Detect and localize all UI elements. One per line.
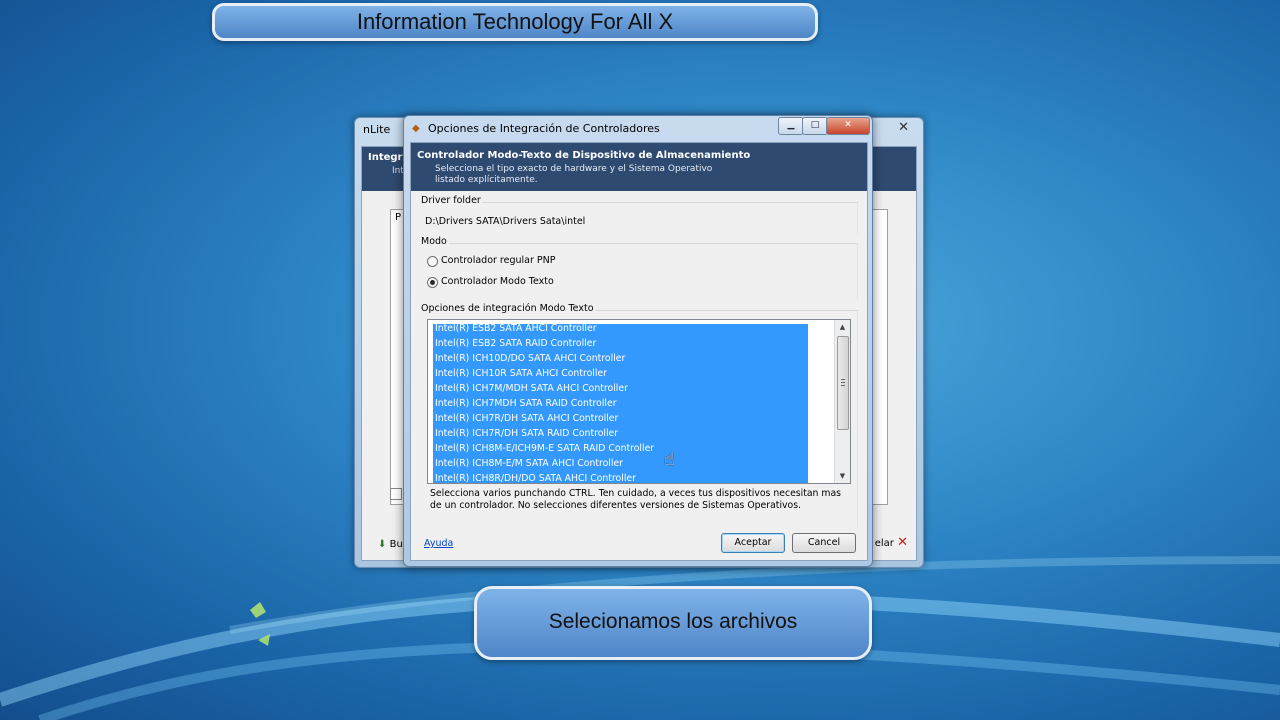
minimize-icon: ▁ <box>787 120 795 130</box>
radio-text-mode-label[interactable]: Controlador Modo Texto <box>441 276 554 287</box>
nlite-close-icon[interactable]: ✕ <box>898 120 909 135</box>
list-scrollbar[interactable]: ▲ ▼ <box>834 320 850 483</box>
list-item[interactable]: Intel(R) ICH7R/DH SATA RAID Controller <box>435 426 618 441</box>
list-item[interactable]: Intel(R) ICH8M-E/ICH9M-E SATA RAID Contr… <box>435 441 654 456</box>
close-icon: ✕ <box>844 120 852 130</box>
list-item[interactable]: Intel(R) ESB2 SATA AHCI Controller <box>435 321 597 336</box>
nlite-left-button-label: Bu <box>389 539 403 550</box>
hand-cursor-icon: ☝ <box>664 449 675 470</box>
download-icon: ⬇ <box>378 539 387 550</box>
list-item[interactable]: Intel(R) ICH7MDH SATA RAID Controller <box>435 396 617 411</box>
list-item[interactable]: Intel(R) ICH10R SATA AHCI Controller <box>435 366 607 381</box>
nlite-checkbox[interactable] <box>390 488 402 500</box>
top-title-banner: Information Technology For All X <box>212 3 818 41</box>
close-button[interactable]: ✕ <box>826 117 870 135</box>
radio-text-mode[interactable] <box>427 277 438 288</box>
nlite-window-title: nLite <box>363 123 391 136</box>
list-item[interactable]: Intel(R) ICH7R/DH SATA AHCI Controller <box>435 411 618 426</box>
scroll-thumb[interactable] <box>837 336 849 430</box>
driver-folder-path: D:\Drivers SATA\Drivers Sata\intel <box>425 216 586 227</box>
list-item[interactable]: Intel(R) ICH10D/DO SATA AHCI Controller <box>435 351 625 366</box>
integration-options-label: Opciones de integración Modo Texto <box>419 303 596 314</box>
list-item[interactable]: Intel(R) ICH7M/MDH SATA AHCI Controller <box>435 381 628 396</box>
bottom-caption-banner: Selecionamos los archivos <box>474 586 872 660</box>
list-item[interactable]: Intel(R) ICH8R/DH/DO SATA AHCI Controlle… <box>435 471 636 483</box>
scroll-down-icon[interactable]: ▼ <box>835 469 850 483</box>
list-item[interactable]: Intel(R) ICH8M-E/M SATA AHCI Controller <box>435 456 623 471</box>
maximize-button[interactable]: □ <box>802 117 828 135</box>
dialog-header-description: Selecciona el tipo exacto de hardware y … <box>435 164 713 185</box>
minimize-button[interactable]: ▁ <box>778 117 804 135</box>
dialog-client-area: Controlador Modo-Texto de Dispositivo de… <box>410 142 868 561</box>
grip-line <box>841 385 845 386</box>
radio-regular-pnp[interactable] <box>427 256 438 267</box>
selection-hint-text: Selecciona varios punchando CTRL. Ten cu… <box>430 488 842 511</box>
grip-line <box>841 379 845 380</box>
grip-line <box>841 382 845 383</box>
nlite-left-button[interactable]: ⬇ Bu <box>378 539 403 550</box>
mode-label: Modo <box>419 236 449 247</box>
driver-integration-dialog: ◆ Opciones de Integración de Controlador… <box>403 115 873 567</box>
radio-regular-pnp-label[interactable]: Controlador regular PNP <box>441 255 555 266</box>
nlite-panel-label: P <box>395 212 402 223</box>
dialog-header-title: Controlador Modo-Texto de Dispositivo de… <box>417 150 751 161</box>
nlite-cancel-button-label: elar <box>874 538 894 549</box>
dialog-app-icon: ◆ <box>412 123 420 134</box>
bottom-banner-text: Selecionamos los archivos <box>548 610 798 633</box>
list-item[interactable]: Intel(R) ESB2 SATA RAID Controller <box>435 336 596 351</box>
cancel-x-icon: ✕ <box>897 535 908 550</box>
dialog-title: Opciones de Integración de Controladores <box>428 122 660 135</box>
mode-group <box>421 243 858 300</box>
top-banner-text: Information Technology For All X <box>356 9 674 34</box>
help-link[interactable]: Ayuda <box>424 538 453 549</box>
accept-button[interactable]: Aceptar <box>721 533 785 553</box>
maximize-icon: □ <box>810 120 820 130</box>
controller-listbox[interactable]: Intel(R) ESB2 SATA AHCI Controller Intel… <box>427 319 851 484</box>
nlite-cancel-button[interactable]: elar ✕ <box>875 535 908 550</box>
scroll-up-icon[interactable]: ▲ <box>835 320 850 334</box>
cancel-button[interactable]: Cancel <box>792 533 856 553</box>
driver-folder-label: Driver folder <box>419 195 483 206</box>
dialog-header: Controlador Modo-Texto de Dispositivo de… <box>411 143 867 191</box>
